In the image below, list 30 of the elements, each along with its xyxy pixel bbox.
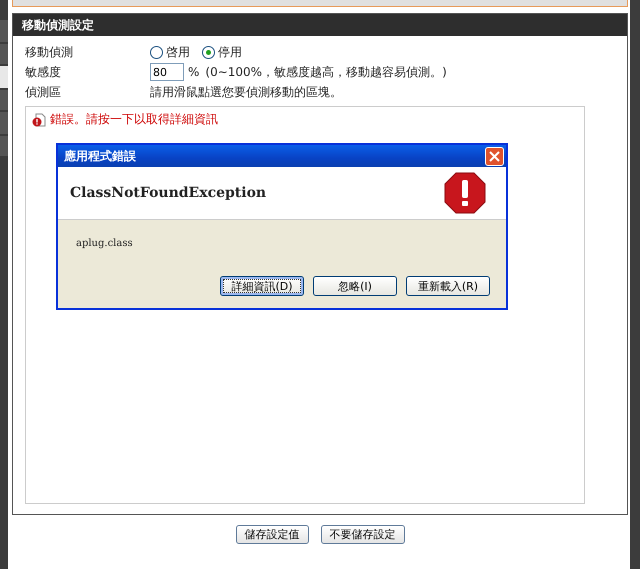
dialog-button[interactable]: 重新載入(R) — [406, 276, 490, 296]
instruction-text: 請用滑鼠點選您要偵測移動的區塊。 — [150, 84, 342, 100]
discard-button[interactable]: 不要儲存設定 — [320, 525, 404, 544]
field-label: 移動偵測 — [25, 44, 74, 60]
side-tab[interactable] — [0, 112, 8, 134]
error-message[interactable]: 錯誤。請按一下以取得詳細資訊 — [50, 111, 218, 128]
radio-option[interactable]: 啓用 — [150, 44, 190, 60]
dialog-button[interactable]: 詳細資訊(D) — [220, 276, 304, 296]
stop-icon — [444, 172, 486, 214]
radio-option[interactable]: 停用 — [202, 44, 242, 60]
unit-label: % — [188, 65, 200, 79]
dialog-title: 應用程式錯誤 — [64, 148, 136, 164]
side-tab[interactable] — [0, 90, 8, 110]
side-tab[interactable] — [0, 44, 8, 64]
side-tab[interactable] — [0, 136, 8, 156]
sensitivity-field[interactable]: 80 — [150, 63, 184, 81]
side-tab[interactable] — [0, 66, 8, 88]
field-label: 敏感度 — [25, 64, 62, 80]
exception-heading: ClassNotFoundException — [70, 185, 266, 201]
section-title: 移動偵測設定 — [13, 14, 627, 36]
error-icon — [32, 112, 46, 126]
dialog-message: aplug.class — [75, 237, 134, 251]
close-icon — [489, 150, 500, 162]
hint-text: (0~100%，敏感度越高，移動越容易偵測。) — [205, 64, 447, 80]
dialog-button[interactable]: 忽略(I) — [313, 276, 397, 296]
close-button[interactable] — [485, 146, 504, 166]
save-button[interactable]: 儲存設定值 — [236, 525, 308, 544]
field-label: 偵測區 — [25, 84, 62, 100]
applet-area[interactable]: 錯誤。請按一下以取得詳細資訊 應用程式錯誤 ClassNotFoundException aplug.class 詳細資訊(D) 忽略(I) 重新載入(R) — [25, 106, 585, 504]
side-tab[interactable] — [0, 20, 8, 42]
